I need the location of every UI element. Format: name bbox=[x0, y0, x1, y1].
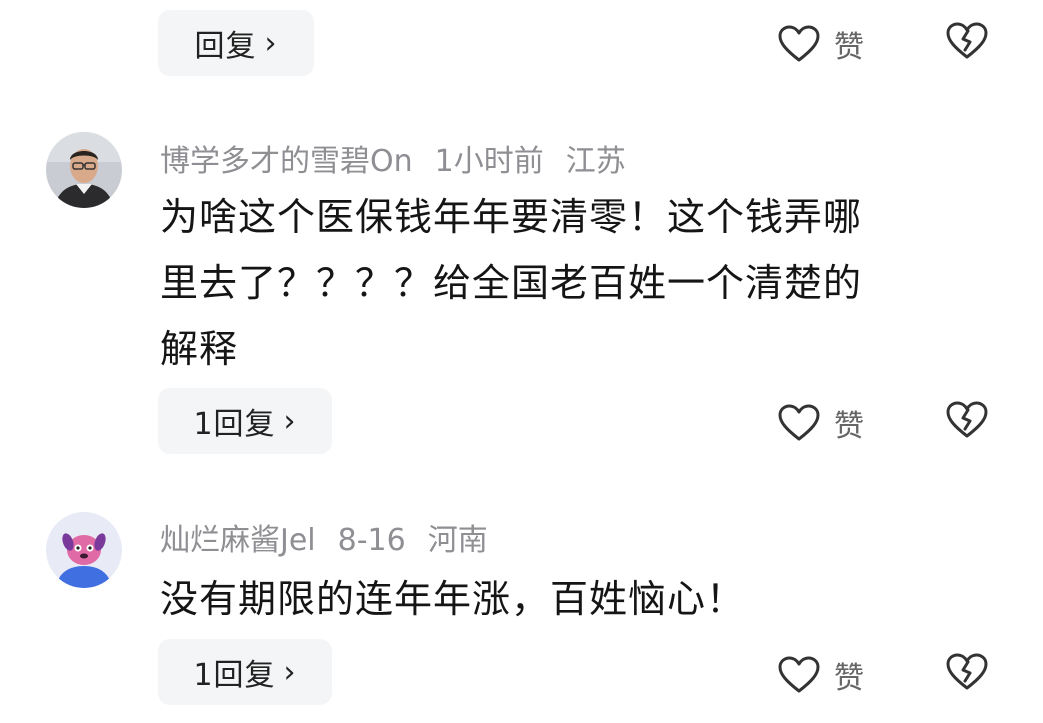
comment-text-line: 为啥这个医保钱年年要清零！这个钱弄哪 bbox=[160, 195, 863, 239]
location: 江苏 bbox=[565, 144, 626, 179]
location: 河南 bbox=[427, 523, 488, 558]
broken-heart-icon bbox=[946, 401, 988, 438]
timestamp: 8-16 bbox=[337, 523, 406, 558]
chevron-right-icon: › bbox=[283, 654, 297, 690]
comment-text-line: 解释 bbox=[160, 327, 239, 371]
reply-label: 1回复 bbox=[193, 407, 276, 442]
comment-text[interactable]: 没有期限的连年年涨，百姓恼心！ bbox=[160, 566, 1000, 632]
chevron-right-icon: › bbox=[264, 25, 278, 61]
heart-outline-icon bbox=[778, 656, 820, 693]
comment-text-line: 里去了？？？？给全国老百姓一个清楚的 bbox=[160, 261, 863, 305]
dislike-button[interactable] bbox=[946, 653, 988, 695]
avatar-image bbox=[46, 512, 122, 588]
like-button[interactable]: 赞 bbox=[778, 653, 864, 697]
dislike-button[interactable] bbox=[946, 22, 988, 64]
avatar[interactable] bbox=[46, 132, 122, 208]
comment-text-line: 没有期限的连年年涨，百姓恼心！ bbox=[160, 577, 746, 621]
comment-meta: 博学多才的雪碧On 1小时前 江苏 bbox=[160, 136, 648, 180]
heart-outline-icon bbox=[778, 25, 820, 62]
heart-outline-icon bbox=[778, 404, 820, 441]
reply-button[interactable]: 回复 › bbox=[158, 10, 314, 76]
avatar-image bbox=[46, 132, 122, 208]
chevron-right-icon: › bbox=[283, 403, 297, 439]
reply-button[interactable]: 1回复 › bbox=[158, 639, 332, 705]
avatar[interactable] bbox=[46, 512, 122, 588]
like-button[interactable]: 赞 bbox=[778, 401, 864, 445]
like-button[interactable]: 赞 bbox=[778, 22, 864, 66]
reply-label: 1回复 bbox=[193, 658, 276, 693]
broken-heart-icon bbox=[946, 22, 988, 59]
comment-meta: 灿烂麻酱Jel 8-16 河南 bbox=[160, 515, 510, 559]
like-label: 赞 bbox=[834, 30, 864, 65]
broken-heart-icon bbox=[946, 653, 988, 690]
reply-label: 回复 bbox=[194, 29, 257, 64]
username[interactable]: 博学多才的雪碧On bbox=[160, 144, 413, 179]
dislike-button[interactable] bbox=[946, 401, 988, 443]
comment-text[interactable]: 为啥这个医保钱年年要清零！这个钱弄哪 里去了？？？？给全国老百姓一个清楚的 解释 bbox=[160, 184, 1000, 382]
like-label: 赞 bbox=[834, 661, 864, 696]
username[interactable]: 灿烂麻酱Jel bbox=[160, 523, 316, 558]
reply-button[interactable]: 1回复 › bbox=[158, 388, 332, 454]
timestamp: 1小时前 bbox=[434, 144, 544, 179]
like-label: 赞 bbox=[834, 409, 864, 444]
